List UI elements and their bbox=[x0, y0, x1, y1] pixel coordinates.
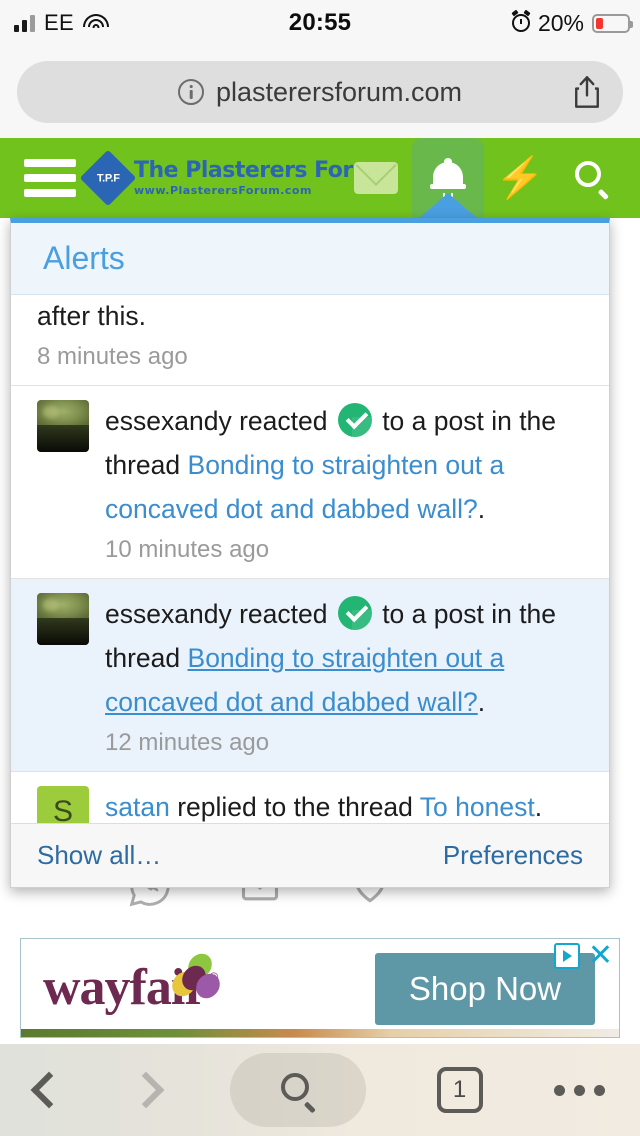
dropdown-pointer-arrow bbox=[418, 193, 478, 219]
alerts-list[interactable]: after this. 8 minutes ago essexandy reac… bbox=[11, 295, 609, 823]
logo-badge-text: T.P.F bbox=[96, 171, 120, 184]
close-x-icon[interactable]: ✕ bbox=[588, 941, 613, 971]
tab-count: 1 bbox=[452, 1076, 467, 1103]
avatar[interactable] bbox=[37, 592, 89, 645]
forward-button[interactable] bbox=[127, 1071, 164, 1109]
forward-chevron-icon bbox=[127, 1071, 164, 1109]
alert-user-link[interactable]: satan bbox=[105, 792, 170, 822]
tabs-icon: 1 bbox=[436, 1067, 483, 1113]
alert-verb: reacted bbox=[231, 405, 335, 436]
status-bar: EE 20:55 20% bbox=[0, 0, 640, 46]
battery-icon bbox=[592, 13, 633, 33]
more-button[interactable] bbox=[553, 1084, 605, 1096]
alerts-dropdown-footer: Show all… Preferences bbox=[11, 823, 609, 887]
battery-percent-label: 20% bbox=[537, 9, 584, 36]
header-quicklinks-button[interactable]: ⚡ bbox=[484, 138, 556, 218]
search-icon bbox=[575, 161, 609, 200]
header-icon-group: ⚡ bbox=[340, 138, 628, 219]
list-item[interactable]: S satan replied to the thread To honest.… bbox=[11, 771, 609, 823]
list-item[interactable]: after this. 8 minutes ago bbox=[11, 295, 609, 386]
alert-text: satan replied to the thread To honest. T… bbox=[105, 786, 589, 823]
back-chevron-icon bbox=[30, 1071, 67, 1109]
alert-time: 8 minutes ago bbox=[37, 342, 188, 370]
alert-verb: reacted bbox=[231, 598, 335, 629]
advertisement-banner[interactable]: wayfair ® Shop Now ✕ bbox=[20, 938, 620, 1038]
alerts-bell-icon bbox=[430, 158, 466, 201]
avatar[interactable]: S bbox=[37, 785, 89, 823]
logo-diamond-icon: T.P.F bbox=[79, 149, 137, 207]
alert-time: 12 minutes ago bbox=[105, 728, 270, 756]
ad-photo-strip bbox=[21, 1029, 619, 1037]
header-alerts-button[interactable] bbox=[412, 138, 484, 219]
alerts-title: Alerts bbox=[43, 240, 125, 276]
alert-text: essexandy reacted to a post in the threa… bbox=[105, 400, 589, 532]
alert-suffix: . bbox=[477, 493, 486, 524]
list-item[interactable]: essexandy reacted to a post in the threa… bbox=[11, 578, 609, 772]
tabs-button[interactable]: 1 bbox=[436, 1067, 483, 1113]
alerts-dropdown: Alerts after this. 8 minutes ago essexan… bbox=[10, 218, 610, 888]
header-search-button[interactable] bbox=[556, 138, 628, 218]
search-icon bbox=[280, 1073, 316, 1113]
alerts-dropdown-header: Alerts bbox=[11, 223, 609, 295]
ad-controls: ✕ bbox=[553, 941, 613, 971]
header-inbox-button[interactable] bbox=[340, 138, 412, 218]
alarm-clock-icon bbox=[511, 14, 530, 32]
inbox-icon bbox=[354, 162, 398, 194]
alert-text: essexandy reacted to a post in the threa… bbox=[105, 593, 589, 725]
browser-toolbar: 1 bbox=[0, 1044, 640, 1136]
browser-url-bar-area: plasterersforum.com bbox=[0, 46, 640, 138]
ad-petals-icon bbox=[167, 948, 225, 1004]
info-icon[interactable] bbox=[177, 79, 204, 105]
url-text[interactable]: plasterersforum.com bbox=[216, 77, 462, 108]
screen-root: EE 20:55 20% plasterersforum.com T.P.F T… bbox=[0, 0, 640, 1136]
alert-thread-link[interactable]: To honest bbox=[420, 792, 535, 822]
status-bar-right: 20% bbox=[511, 9, 633, 37]
hamburger-menu-icon[interactable] bbox=[24, 152, 76, 204]
green-check-reaction-icon bbox=[337, 402, 372, 437]
forum-header: T.P.F The Plasterers Forum www.Plasterer… bbox=[0, 138, 640, 219]
alert-text: after this. bbox=[37, 301, 146, 331]
show-all-link[interactable]: Show all… bbox=[37, 840, 161, 871]
alert-verb: replied to the thread bbox=[169, 791, 420, 822]
list-item[interactable]: essexandy reacted to a post in the threa… bbox=[11, 385, 609, 579]
search-button[interactable] bbox=[229, 1053, 366, 1127]
url-bar[interactable]: plasterersforum.com bbox=[17, 61, 623, 123]
alert-user: essexandy bbox=[105, 405, 232, 436]
alert-user: essexandy bbox=[105, 598, 232, 629]
avatar[interactable] bbox=[37, 399, 89, 452]
alert-suffix: . bbox=[534, 791, 543, 822]
quick-links-bolt-icon: ⚡ bbox=[495, 156, 545, 200]
share-icon[interactable] bbox=[573, 75, 601, 109]
preferences-link[interactable]: Preferences bbox=[443, 840, 583, 871]
alert-suffix: . bbox=[477, 686, 486, 717]
green-check-reaction-icon bbox=[337, 595, 372, 630]
more-dots-icon bbox=[553, 1084, 605, 1096]
adchoices-icon[interactable] bbox=[553, 943, 580, 969]
back-button[interactable] bbox=[30, 1071, 67, 1109]
avatar-initial: S bbox=[52, 794, 73, 823]
alert-time: 10 minutes ago bbox=[105, 535, 270, 563]
